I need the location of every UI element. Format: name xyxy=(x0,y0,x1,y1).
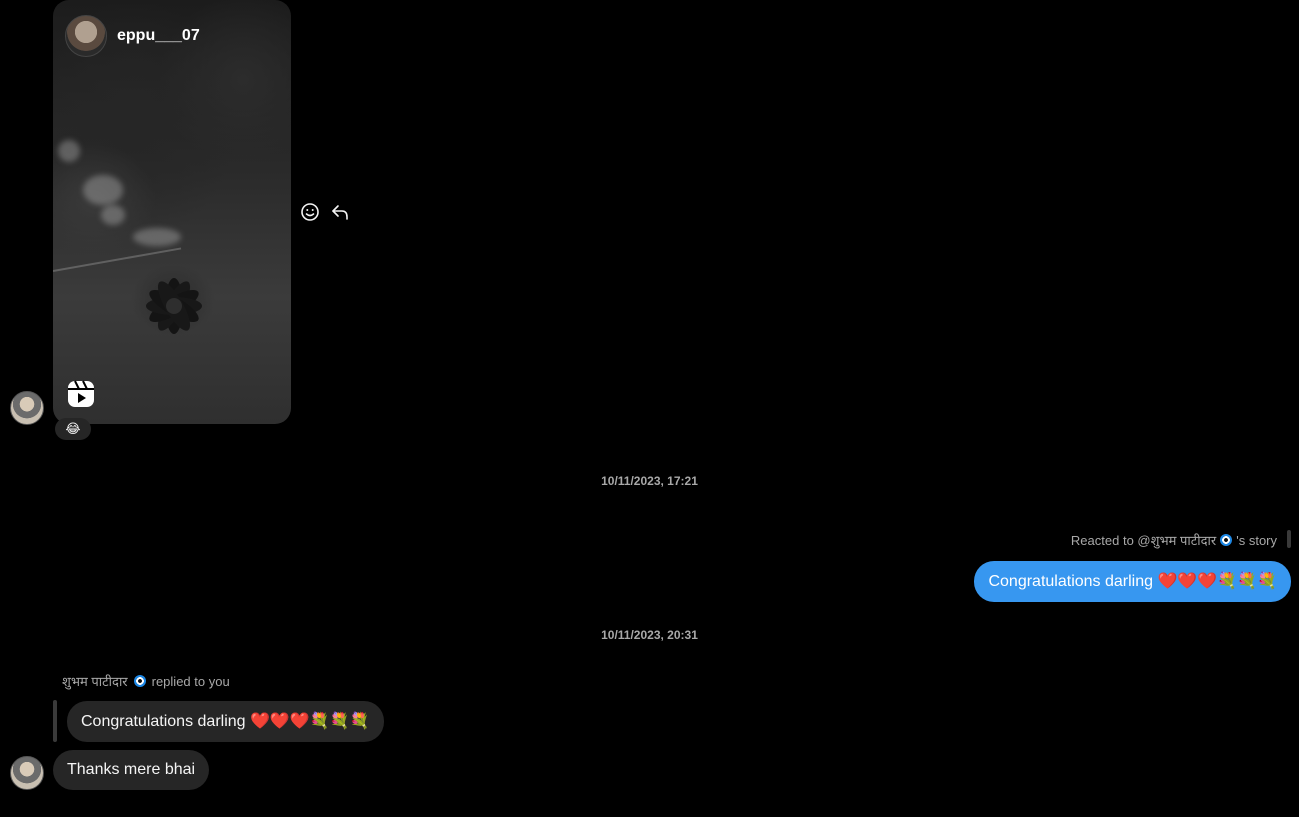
quoted-message-bubble[interactable]: Congratulations darling ❤️❤️❤️💐💐💐 xyxy=(67,701,384,742)
evil-eye-icon xyxy=(133,675,146,687)
timestamp-divider: 10/11/2023, 17:21 xyxy=(601,474,698,488)
flower-image xyxy=(146,278,202,334)
shared-reel-card[interactable]: eppu___07 xyxy=(53,0,291,424)
message-text: Thanks mere bhai xyxy=(67,761,196,778)
background-blur xyxy=(58,140,80,162)
reply-arrow-icon[interactable] xyxy=(330,202,350,222)
reaction-emoji: 😂 xyxy=(65,421,81,437)
chat-thread: eppu___07 😂 10/11/2023, 17:21 Reacted to… xyxy=(0,0,1299,817)
message-text: Congratulations darling xyxy=(81,713,246,730)
smiley-icon[interactable] xyxy=(300,202,320,222)
message-emojis: ❤️❤️❤️💐💐💐 xyxy=(1157,571,1277,590)
background-blur xyxy=(83,175,123,205)
reels-icon xyxy=(68,380,94,407)
message-text: Congratulations darling xyxy=(988,573,1154,590)
background-blur xyxy=(133,228,181,246)
reel-author-avatar[interactable] xyxy=(65,15,107,57)
message-emojis: ❤️❤️❤️💐💐💐 xyxy=(250,711,370,730)
reacted-to-text: Reacted to @शुभम पाटीदार xyxy=(1070,533,1217,548)
quote-bar xyxy=(53,700,57,742)
background-blur xyxy=(101,205,125,225)
story-label: 's story xyxy=(1236,532,1277,548)
story-reaction-context: Reacted to @शुभम पाटीदार 's story xyxy=(1071,531,1277,549)
incoming-message-bubble[interactable]: Thanks mere bhai xyxy=(53,750,210,790)
sender-avatar[interactable] xyxy=(10,391,44,425)
quote-bar xyxy=(1287,530,1291,548)
flower-stem xyxy=(53,247,182,272)
message-reaction[interactable]: 😂 xyxy=(55,418,91,440)
evil-eye-icon xyxy=(1220,534,1233,546)
reply-context: शुभम पाटीदार replied to you xyxy=(62,672,230,690)
sender-avatar[interactable] xyxy=(10,756,44,790)
reel-header[interactable]: eppu___07 xyxy=(65,15,200,57)
message-actions xyxy=(300,202,350,222)
reel-author-username[interactable]: eppu___07 xyxy=(117,27,200,45)
reply-sender-name: शुभम पाटीदार xyxy=(62,674,128,689)
outgoing-message-bubble[interactable]: Congratulations darling ❤️❤️❤️💐💐💐 xyxy=(974,561,1291,602)
reply-label: replied to you xyxy=(151,673,230,689)
timestamp-divider: 10/11/2023, 20:31 xyxy=(601,628,698,642)
